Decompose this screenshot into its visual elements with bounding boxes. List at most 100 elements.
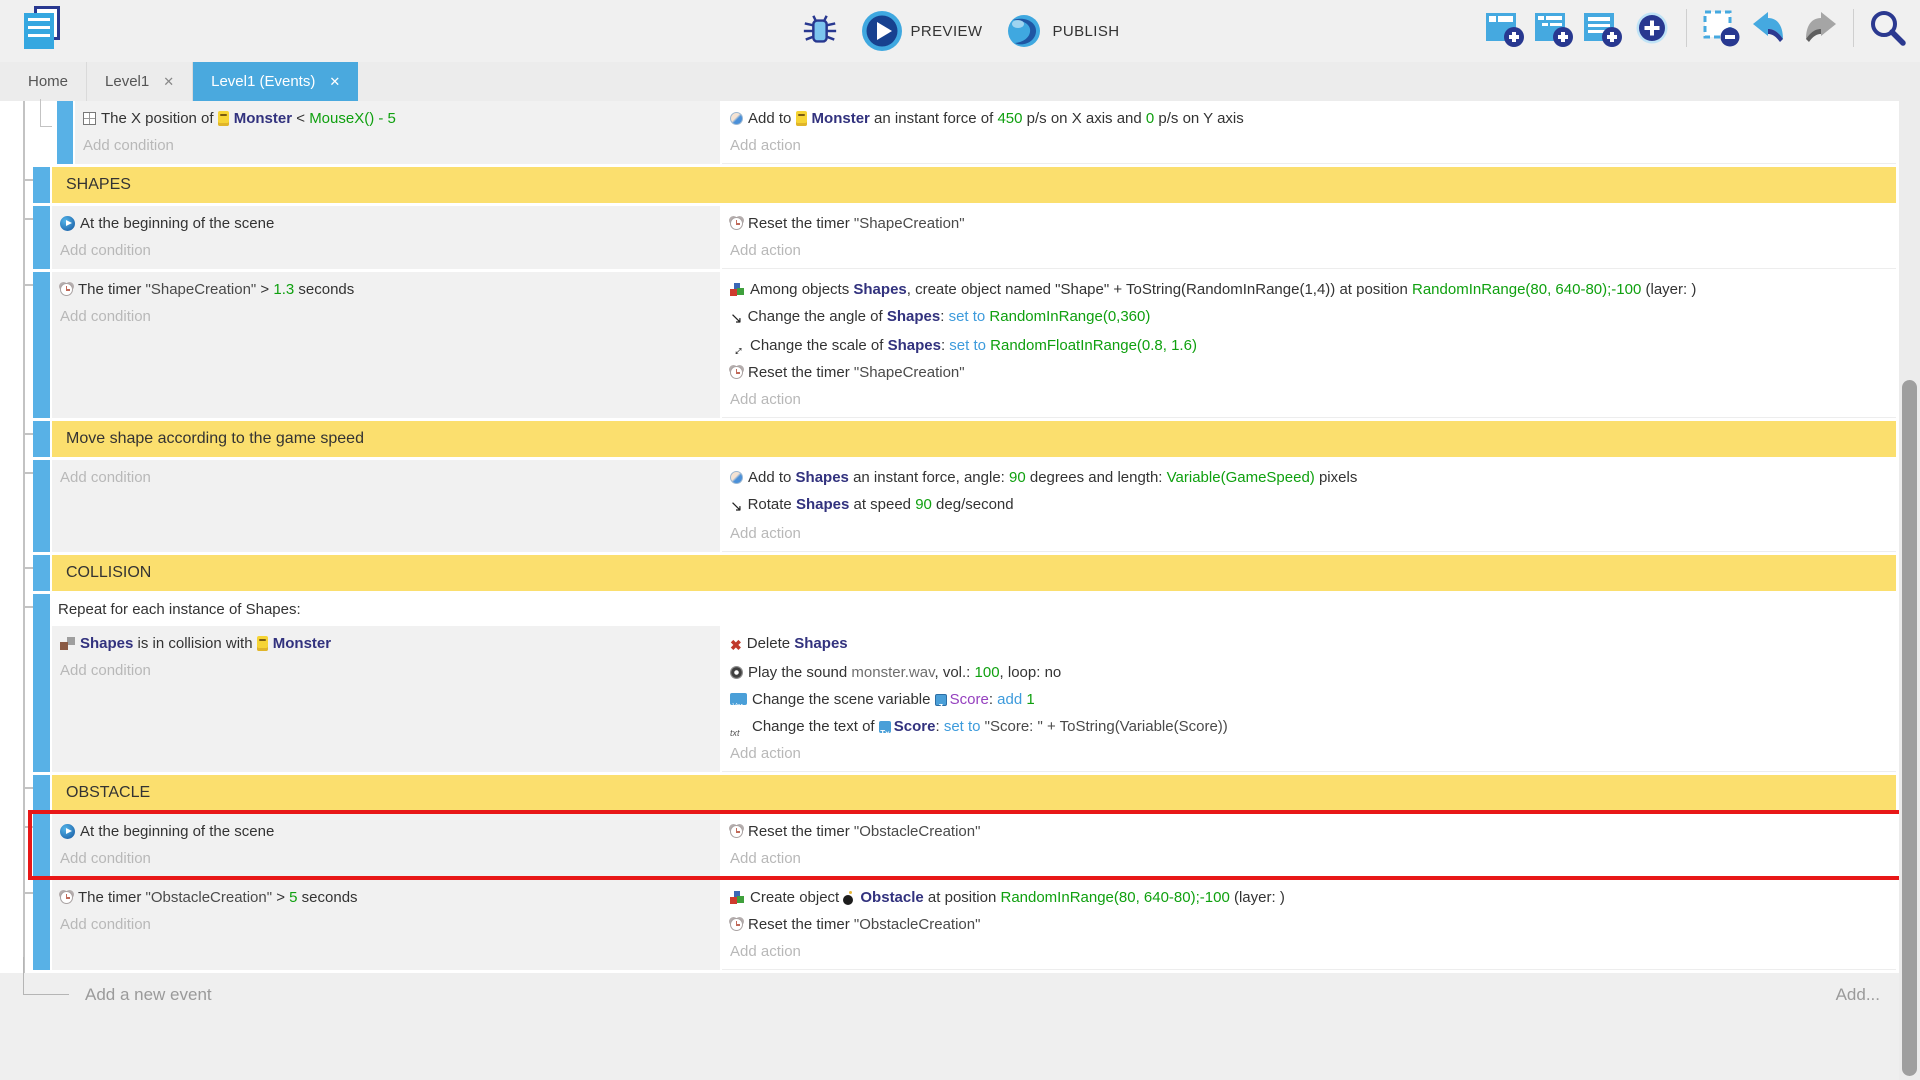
event-selection-strip[interactable] [33,555,50,591]
event-group-header[interactable]: OBSTACLE [52,775,1896,811]
action-line[interactable]: Delete Shapes [730,630,1888,659]
tab-close-icon[interactable]: ✕ [329,74,340,90]
add-action[interactable]: Add action [730,938,1888,965]
event-columns: At the beginning of the scene Add conditi… [52,814,1896,877]
search-icon[interactable] [1868,8,1908,48]
tab-level1[interactable]: Level1✕ [87,62,193,101]
tab-level1-events-[interactable]: Level1 (Events)✕ [193,62,358,101]
add-action[interactable]: Add action [730,845,1888,872]
event-selection-strip[interactable] [33,775,50,811]
add-action[interactable]: Add action [730,237,1888,264]
add-button[interactable]: Add... [1836,985,1880,1005]
event-group-header[interactable]: Move shape according to the game speed [52,421,1896,457]
condition-line[interactable]: At the beginning of the scene [60,210,712,237]
condition-line[interactable]: The X position of Monster < MouseX() - 5 [83,105,712,132]
deselect-icon[interactable] [1701,8,1741,48]
event-selection-strip[interactable] [57,101,73,164]
action-line[interactable]: Add to Shapes an instant force, angle: 9… [730,464,1888,491]
actions-cell[interactable]: Delete ShapesPlay the sound monster.wav,… [722,626,1896,772]
action-line[interactable]: Reset the timer "ObstacleCreation" [730,911,1888,938]
add-action[interactable]: Add action [730,520,1888,547]
add-condition[interactable]: Add condition [83,132,712,159]
condition-line[interactable]: At the beginning of the scene [60,818,712,845]
action-line[interactable]: Rotate Shapes at speed 90 deg/second [730,491,1888,520]
undo-icon[interactable] [1750,8,1790,48]
repeat-header[interactable]: Repeat for each instance of Shapes: [52,594,1896,626]
add-circle-icon[interactable] [1632,8,1672,48]
actions-cell[interactable]: Reset the timer "ShapeCreation"Add actio… [722,206,1896,269]
text-segment: deg/second [932,496,1014,513]
scrollbar-thumb[interactable] [1902,380,1917,1076]
text-segment: Shapes [796,496,849,513]
conditions-cell[interactable]: The timer "ObstacleCreation" > 5 seconds… [52,880,720,970]
text-segment: At the beginning of the scene [80,823,274,840]
condition-line[interactable]: The timer "ShapeCreation" > 1.3 seconds [60,276,712,303]
actions-cell[interactable]: Add to Monster an instant force of 450 p… [722,101,1896,164]
text-segment: RandomInRange(80, 640-80);-100 [1000,889,1229,906]
vertical-scrollbar[interactable] [1899,101,1920,1080]
conditions-cell[interactable]: Add condition [52,460,720,552]
action-line[interactable]: Add to Monster an instant force of 450 p… [730,105,1888,132]
event-group-header[interactable]: COLLISION [52,555,1896,591]
text-segment: Among objects [750,281,853,298]
add-condition[interactable]: Add condition [60,303,712,330]
preview-button[interactable]: PREVIEW [861,10,983,52]
action-line[interactable]: Change the text of Score: set to "Score:… [730,713,1888,740]
add-condition[interactable]: Add condition [60,845,712,872]
event-selection-strip[interactable] [33,814,50,877]
action-line[interactable]: Reset the timer "ShapeCreation" [730,359,1888,386]
actions-cell[interactable]: Add to Shapes an instant force, angle: 9… [722,460,1896,552]
conditions-cell[interactable]: At the beginning of the scene Add conditi… [52,814,720,877]
actions-cell[interactable]: Reset the timer "ObstacleCreation"Add ac… [722,814,1896,877]
add-condition[interactable]: Add condition [60,464,712,491]
action-line[interactable]: Reset the timer "ObstacleCreation" [730,818,1888,845]
debug-icon[interactable] [801,12,839,50]
event-row: The timer "ShapeCreation" > 1.3 secondsA… [0,272,1920,418]
action-line[interactable]: Change the scene variable Score: add 1 [730,686,1888,713]
toolbar-separator [1853,9,1854,47]
text-segment: p/s on Y axis [1154,110,1244,127]
add-subevent-icon[interactable] [1534,8,1574,48]
tab-home[interactable]: Home [10,62,87,101]
add-condition[interactable]: Add condition [60,657,712,684]
add-condition[interactable]: Add condition [60,911,712,938]
add-action[interactable]: Add action [730,740,1888,767]
event-selection-strip[interactable] [33,460,50,552]
event-selection-strip[interactable] [33,594,50,772]
text-segment: , vol.: [935,664,975,681]
condition-line[interactable]: Shapes is in collision with Monster [60,630,712,657]
redo-icon[interactable] [1799,8,1839,48]
conditions-cell[interactable]: The timer "ShapeCreation" > 1.3 secondsA… [52,272,720,418]
add-new-event-button[interactable]: Add a new event [85,985,212,1005]
action-line[interactable]: Among objects Shapes, create object name… [730,276,1888,303]
event-selection-strip[interactable] [33,272,50,418]
tab-close-icon[interactable]: ✕ [163,74,174,90]
add-comment-icon[interactable] [1583,8,1623,48]
add-condition[interactable]: Add condition [60,237,712,264]
add-action[interactable]: Add action [730,386,1888,413]
event-selection-strip[interactable] [33,167,50,203]
conditions-cell[interactable]: At the beginning of the sceneAdd conditi… [52,206,720,269]
event-selection-strip[interactable] [33,421,50,457]
add-event-icon[interactable] [1485,8,1525,48]
toolbar-right [1485,8,1908,48]
action-line[interactable]: Reset the timer "ShapeCreation" [730,210,1888,237]
action-line[interactable]: Play the sound monster.wav, vol.: 100, l… [730,659,1888,686]
conditions-cell[interactable]: The X position of Monster < MouseX() - 5… [75,101,720,164]
text-segment: , loop: [1000,664,1045,681]
action-line[interactable]: Create object Obstacle at position Rando… [730,884,1888,911]
action-line[interactable]: Change the angle of Shapes: set to Rando… [730,303,1888,332]
event-group-header[interactable]: SHAPES [52,167,1896,203]
actions-cell[interactable]: Create object Obstacle at position Rando… [722,880,1896,970]
text-segment: "ObstacleCreation" [854,823,981,840]
text-segment: Obstacle [860,889,923,906]
action-line[interactable]: Change the scale of Shapes: set to Rando… [730,332,1888,359]
add-action[interactable]: Add action [730,132,1888,159]
condition-line[interactable]: The timer "ObstacleCreation" > 5 seconds [60,884,712,911]
scale-icon [730,338,745,352]
actions-cell[interactable]: Among objects Shapes, create object name… [722,272,1896,418]
publish-button[interactable]: PUBLISH [1004,11,1119,51]
conditions-cell[interactable]: Shapes is in collision with MonsterAdd c… [52,626,720,772]
event-row: The timer "ObstacleCreation" > 5 seconds… [0,880,1920,970]
event-selection-strip[interactable] [33,206,50,269]
